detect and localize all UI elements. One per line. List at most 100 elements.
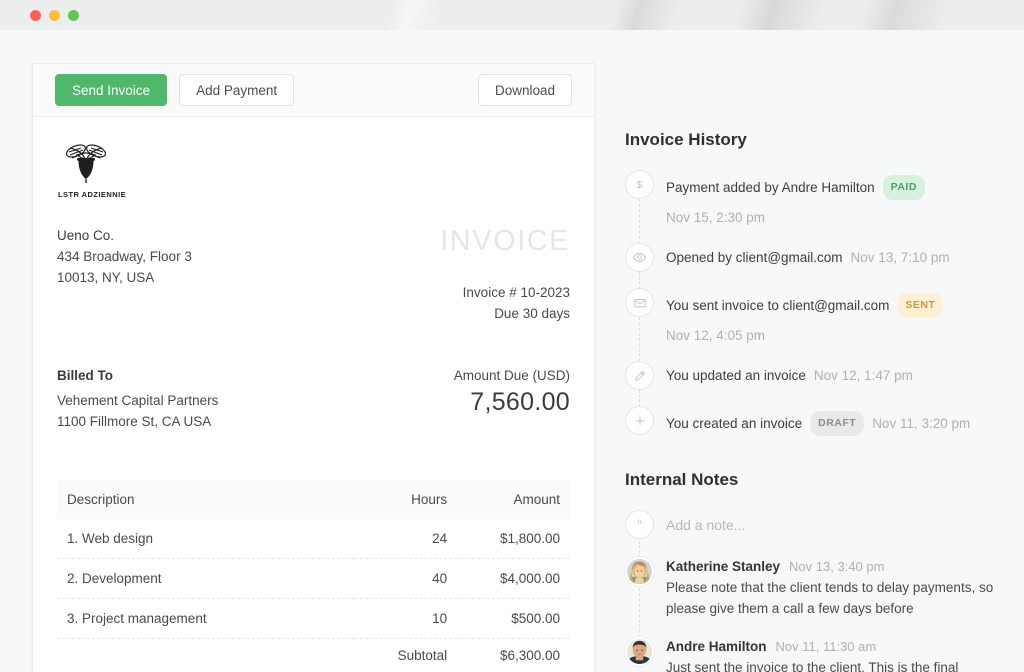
- history-item-text: Payment added by Andre Hamilton: [666, 178, 875, 197]
- window-controls: [30, 10, 79, 21]
- eye-icon: [625, 243, 654, 272]
- line-items-table: Description Hours Amount 1. Web design 2…: [57, 480, 570, 672]
- minimize-window-button[interactable]: [49, 10, 60, 21]
- billed-to-label: Billed To: [57, 368, 218, 383]
- row-description: 3. Project management: [57, 599, 355, 639]
- avatar-photo-female: [627, 559, 652, 584]
- history-item-body: Opened by client@gmail.com Nov 13, 7:10 …: [654, 243, 950, 267]
- history-item-body: Payment added by Andre Hamilton PAID Nov…: [654, 170, 1000, 227]
- pencil-icon: [625, 361, 654, 390]
- add-note-row[interactable]: ” Add a note...: [625, 510, 1000, 557]
- history-item: You created an invoice DRAFT Nov 11, 3:2…: [625, 406, 1000, 436]
- invoice-content: LSTR ADZIENNIE Ueno Co. 434 Broadway, Fl…: [33, 117, 594, 672]
- history-item-text: You updated an invoice: [666, 366, 806, 385]
- internal-notes-list: ” Add a note...: [625, 510, 1000, 672]
- note-content: Katherine Stanley Nov 13, 3:40 pm Please…: [654, 557, 996, 619]
- company-logo: LSTR ADZIENNIE: [57, 139, 570, 199]
- row-amount: $500.00: [457, 599, 570, 639]
- avatar-photo-male: [627, 639, 652, 664]
- timeline-connector: [639, 588, 640, 638]
- history-item-time: Nov 11, 3:20 pm: [872, 414, 970, 433]
- sender-address-line2: 10013, NY, USA: [57, 267, 192, 288]
- timeline-connector: [639, 317, 640, 362]
- sender-company: Ueno Co.: [57, 225, 192, 246]
- header-hours: Hours: [355, 480, 458, 519]
- history-item-time: Nov 13, 7:10 pm: [851, 248, 950, 267]
- history-item-time: Nov 12, 1:47 pm: [814, 366, 913, 385]
- history-item-body: You created an invoice DRAFT Nov 11, 3:2…: [654, 406, 970, 436]
- status-badge: DRAFT: [810, 411, 864, 436]
- history-item-body: You sent invoice to client@gmail.com SEN…: [654, 288, 1000, 345]
- zoom-window-button[interactable]: [68, 10, 79, 21]
- row-hours: 24: [355, 519, 458, 559]
- note-time: Nov 11, 11:30 am: [776, 639, 877, 654]
- add-payment-button[interactable]: Add Payment: [179, 74, 294, 106]
- history-item-body: You updated an invoice Nov 12, 1:47 pm: [654, 361, 913, 385]
- note-time: Nov 13, 3:40 pm: [789, 559, 884, 574]
- amount-due-label: Amount Due (USD): [454, 368, 570, 383]
- window-titlebar: [0, 0, 1024, 30]
- history-item-text: Opened by client@gmail.com: [666, 248, 843, 267]
- company-logo-text: LSTR ADZIENNIE: [58, 190, 570, 199]
- app-body: Send Invoice Add Payment Download: [0, 30, 1024, 672]
- sender-address: Ueno Co. 434 Broadway, Floor 3 10013, NY…: [57, 225, 192, 288]
- history-item-text: You sent invoice to client@gmail.com: [666, 296, 889, 315]
- invoice-toolbar: Send Invoice Add Payment Download: [33, 64, 594, 117]
- avatar: [625, 557, 654, 586]
- side-panel: Invoice History $ Payment added by Andre…: [625, 60, 1024, 672]
- header-amount: Amount: [457, 480, 570, 519]
- subtotal-amount: $6,300.00: [457, 639, 570, 672]
- note-header: Andre Hamilton Nov 11, 11:30 am: [666, 639, 996, 654]
- row-hours: 10: [355, 599, 458, 639]
- note-author: Katherine Stanley: [666, 559, 780, 574]
- billing-row: Billed To Vehement Capital Partners 1100…: [57, 368, 570, 432]
- invoice-meta: INVOICE Invoice # 10-2023 Due 30 days: [440, 225, 570, 324]
- download-button[interactable]: Download: [478, 74, 572, 106]
- row-hours: 40: [355, 559, 458, 599]
- history-item: $ Payment added by Andre Hamilton PAID N…: [625, 170, 1000, 243]
- table-row: 3. Project management 10 $500.00: [57, 599, 570, 639]
- internal-notes-title: Internal Notes: [625, 470, 1000, 490]
- history-item-time: Nov 15, 2:30 pm: [666, 208, 765, 227]
- table-row: 1. Web design 24 $1,800.00: [57, 519, 570, 559]
- invoice-meta-lines: Invoice # 10-2023 Due 30 days: [440, 282, 570, 324]
- acorn-leaves-icon: [57, 139, 115, 187]
- row-amount: $1,800.00: [457, 519, 570, 559]
- timeline-connector: [639, 272, 640, 289]
- invoice-title: INVOICE: [440, 225, 570, 258]
- invoice-terms: Due 30 days: [440, 303, 570, 324]
- row-description: 1. Web design: [57, 519, 355, 559]
- invoice-header-row: Ueno Co. 434 Broadway, Floor 3 10013, NY…: [57, 225, 570, 324]
- envelope-icon: [625, 288, 654, 317]
- invoice-history-title: Invoice History: [625, 130, 1000, 150]
- amount-due-value: 7,560.00: [454, 388, 570, 417]
- spacer-cell: [57, 639, 355, 672]
- avatar: [625, 637, 654, 666]
- status-badge: PAID: [883, 175, 925, 200]
- send-invoice-button[interactable]: Send Invoice: [55, 74, 167, 106]
- table-row: 2. Development 40 $4,000.00: [57, 559, 570, 599]
- billed-to-address: 1100 Fillmore St, CA USA: [57, 411, 218, 432]
- plus-icon: [625, 406, 654, 435]
- history-item: You updated an invoice Nov 12, 1:47 pm: [625, 361, 1000, 406]
- svg-text:$: $: [637, 180, 643, 191]
- timeline-connector: [639, 199, 640, 244]
- history-item-text: You created an invoice: [666, 414, 802, 433]
- invoice-number: Invoice # 10-2023: [440, 282, 570, 303]
- app-window: Send Invoice Add Payment Download: [0, 0, 1024, 672]
- add-note-body: Add a note...: [654, 510, 745, 533]
- history-item: You sent invoice to client@gmail.com SEN…: [625, 288, 1000, 361]
- note-header: Katherine Stanley Nov 13, 3:40 pm: [666, 559, 996, 574]
- row-description: 2. Development: [57, 559, 355, 599]
- quote-icon: ”: [625, 510, 654, 539]
- dollar-icon: $: [625, 170, 654, 199]
- close-window-button[interactable]: [30, 10, 41, 21]
- table-header-row: Description Hours Amount: [57, 480, 570, 519]
- timeline-connector: [639, 541, 640, 558]
- add-note-input[interactable]: Add a note...: [666, 512, 745, 533]
- invoice-card: Send Invoice Add Payment Download: [32, 63, 595, 672]
- billed-to-block: Billed To Vehement Capital Partners 1100…: [57, 368, 218, 432]
- header-description: Description: [57, 480, 355, 519]
- history-item: Opened by client@gmail.com Nov 13, 7:10 …: [625, 243, 1000, 288]
- note-item: Katherine Stanley Nov 13, 3:40 pm Please…: [625, 557, 1000, 637]
